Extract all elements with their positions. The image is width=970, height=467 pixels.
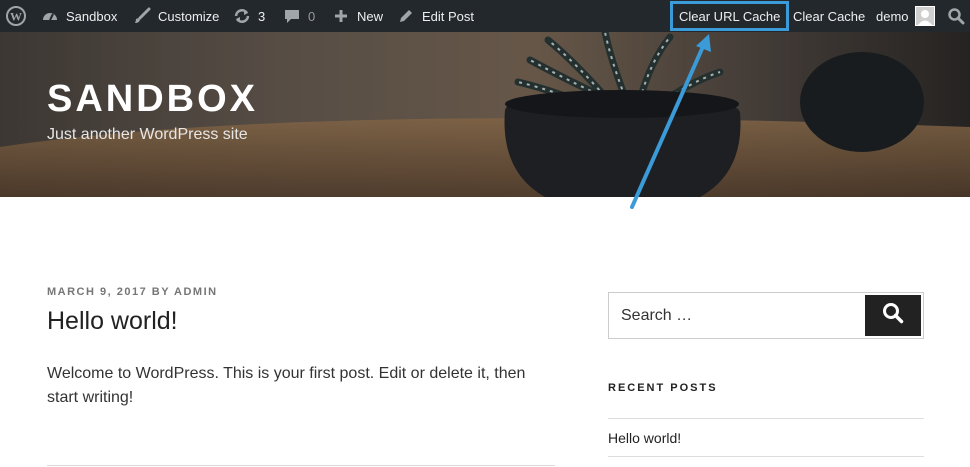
recent-post-link[interactable]: Hello world! bbox=[608, 430, 681, 446]
comment-icon bbox=[282, 6, 302, 26]
wordpress-icon: W bbox=[6, 6, 26, 26]
username-label: demo bbox=[876, 8, 909, 24]
customize-label: Customize bbox=[158, 8, 220, 24]
avatar bbox=[914, 6, 935, 26]
site-name-menu[interactable]: Sandbox bbox=[40, 0, 117, 32]
site-description: Just another WordPress site bbox=[47, 126, 248, 143]
comments-button[interactable]: 0 bbox=[282, 0, 315, 32]
comments-count: 0 bbox=[308, 8, 316, 24]
search-toggle-button[interactable] bbox=[946, 0, 966, 32]
recent-posts-heading: RECENT POSTS bbox=[608, 382, 718, 394]
admin-bar: W Sandbox Customize 3 0 New Edit Post Cl… bbox=[0, 0, 970, 32]
edit-post-label: Edit Post bbox=[422, 8, 475, 24]
clear-cache-button[interactable]: Clear Cache bbox=[793, 0, 865, 32]
brush-icon bbox=[132, 6, 152, 26]
search-form bbox=[608, 292, 924, 339]
search-icon bbox=[882, 302, 904, 329]
search-icon bbox=[946, 6, 966, 26]
wordpress-logo-button[interactable]: W bbox=[6, 0, 26, 32]
updates-icon bbox=[232, 6, 252, 26]
edit-post-button[interactable]: Edit Post bbox=[396, 0, 474, 32]
user-account-menu[interactable]: demo bbox=[876, 0, 935, 32]
site-name-label: Sandbox bbox=[66, 8, 118, 24]
new-content-button[interactable]: New bbox=[331, 0, 383, 32]
search-submit-button[interactable] bbox=[865, 295, 921, 336]
post-author-link[interactable]: ADMIN bbox=[174, 286, 218, 298]
post-content: Welcome to WordPress. This is your first… bbox=[47, 365, 526, 406]
updates-count: 3 bbox=[258, 8, 266, 24]
clear-url-cache-label: Clear URL Cache bbox=[679, 8, 781, 24]
new-label: New bbox=[357, 8, 384, 24]
site-title[interactable]: SANDBOX bbox=[47, 78, 258, 121]
plus-icon bbox=[331, 6, 351, 26]
post-title[interactable]: Hello world! bbox=[47, 307, 178, 336]
dashboard-icon bbox=[40, 6, 60, 26]
divider bbox=[608, 418, 924, 419]
pencil-icon bbox=[396, 6, 416, 26]
svg-text:W: W bbox=[10, 10, 22, 24]
divider bbox=[47, 465, 555, 466]
post-meta: MARCH 9, 2017 BY ADMIN bbox=[47, 286, 218, 298]
divider bbox=[608, 456, 924, 457]
customize-button[interactable]: Customize bbox=[132, 0, 219, 32]
search-input[interactable] bbox=[609, 293, 865, 338]
site-header: SANDBOX Just another WordPress site bbox=[0, 32, 970, 197]
clear-cache-label: Clear Cache bbox=[793, 8, 866, 24]
post-date-link[interactable]: MARCH 9, 2017 bbox=[47, 286, 147, 298]
clear-url-cache-button[interactable]: Clear URL Cache bbox=[670, 1, 790, 31]
post-by-label: BY bbox=[151, 286, 170, 298]
updates-button[interactable]: 3 bbox=[232, 0, 265, 32]
